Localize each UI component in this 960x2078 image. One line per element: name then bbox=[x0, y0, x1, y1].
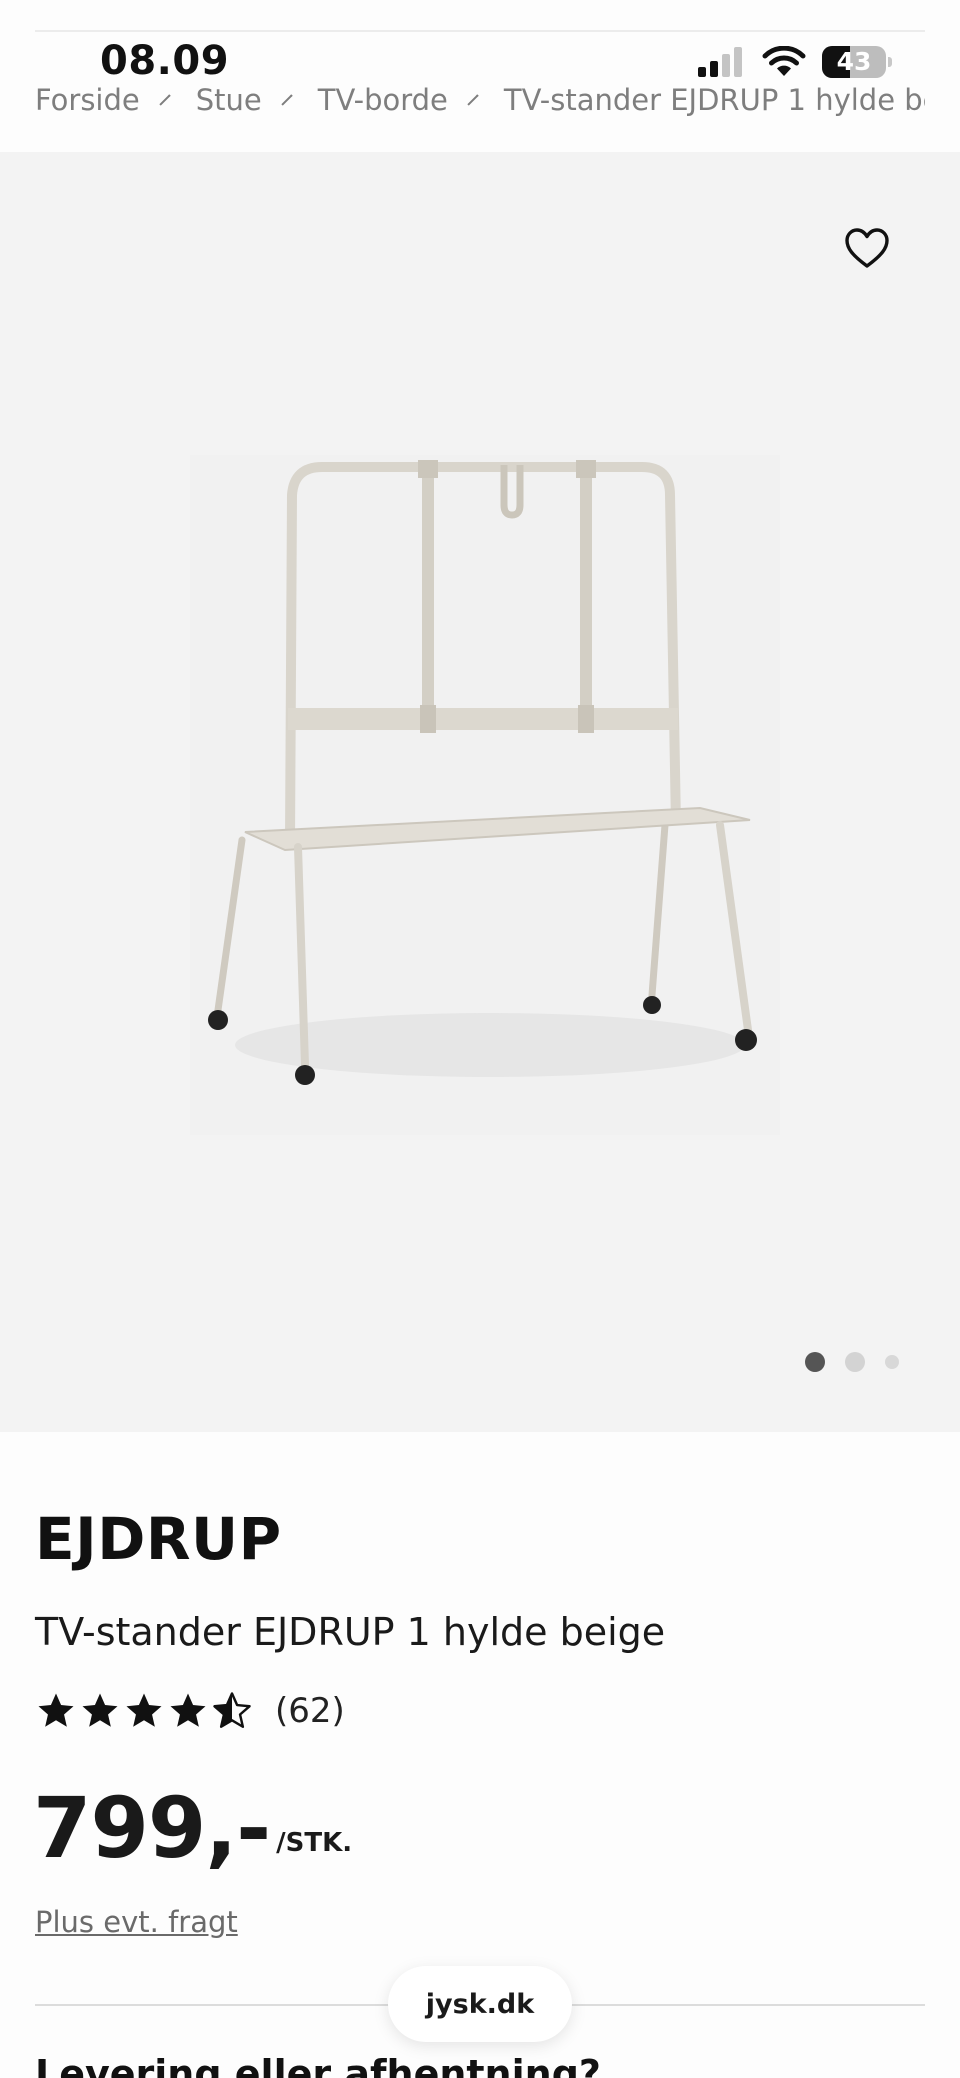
chevron-right-icon bbox=[467, 94, 479, 106]
status-icons: 43 bbox=[698, 44, 892, 80]
breadcrumb-item-forside[interactable]: Forside bbox=[35, 83, 140, 117]
wifi-icon bbox=[762, 46, 806, 76]
tv-stand-product-image[interactable] bbox=[190, 455, 780, 1135]
cellular-signal-icon bbox=[698, 47, 742, 77]
breadcrumb-item-tv-borde[interactable]: TV-borde bbox=[318, 83, 448, 117]
rating-count[interactable]: (62) bbox=[275, 1691, 345, 1731]
breadcrumb-item-current: TV-stander EJDRUP 1 hylde beige bbox=[503, 83, 925, 117]
battery-icon: 43 bbox=[822, 46, 886, 78]
heart-outline-icon bbox=[845, 228, 889, 268]
breadcrumb-item-stue[interactable]: Stue bbox=[196, 83, 262, 117]
pagination-dot-1[interactable] bbox=[805, 1352, 825, 1372]
pagination-dot-3[interactable] bbox=[885, 1355, 899, 1369]
shipping-info-link[interactable]: Plus evt. fragt bbox=[35, 1905, 238, 1939]
price-amount: 799,- bbox=[33, 1779, 271, 1877]
gallery-pagination bbox=[805, 1352, 899, 1372]
rating-stars bbox=[35, 1690, 253, 1732]
top-rule bbox=[35, 30, 925, 32]
favorite-button[interactable] bbox=[842, 224, 892, 274]
star-filled-icon bbox=[170, 1693, 206, 1727]
chevron-right-icon bbox=[159, 94, 171, 106]
top-bar: 08.09 43 Forside Stue TV-borde TV-stande… bbox=[0, 0, 960, 152]
star-filled-icon bbox=[38, 1693, 74, 1727]
chevron-right-icon bbox=[281, 94, 293, 106]
product-price: 799,- /STK. bbox=[33, 1786, 352, 1870]
delivery-heading: Levering eller afhentning? bbox=[35, 2052, 601, 2078]
breadcrumb: Forside Stue TV-borde TV-stander EJDRUP … bbox=[35, 78, 925, 122]
product-rating[interactable]: (62) bbox=[35, 1690, 345, 1732]
star-filled-icon bbox=[126, 1693, 162, 1727]
product-name: TV-stander EJDRUP 1 hylde beige bbox=[35, 1610, 666, 1654]
battery-level: 43 bbox=[836, 47, 872, 76]
product-brand: EJDRUP bbox=[35, 1505, 282, 1573]
browser-url-pill[interactable]: jysk.dk bbox=[388, 1966, 572, 2042]
pagination-dot-2[interactable] bbox=[845, 1352, 865, 1372]
star-half-icon bbox=[213, 1692, 251, 1728]
price-unit: /STK. bbox=[276, 1828, 353, 1858]
star-filled-icon bbox=[82, 1693, 118, 1727]
battery-nub bbox=[888, 57, 892, 67]
